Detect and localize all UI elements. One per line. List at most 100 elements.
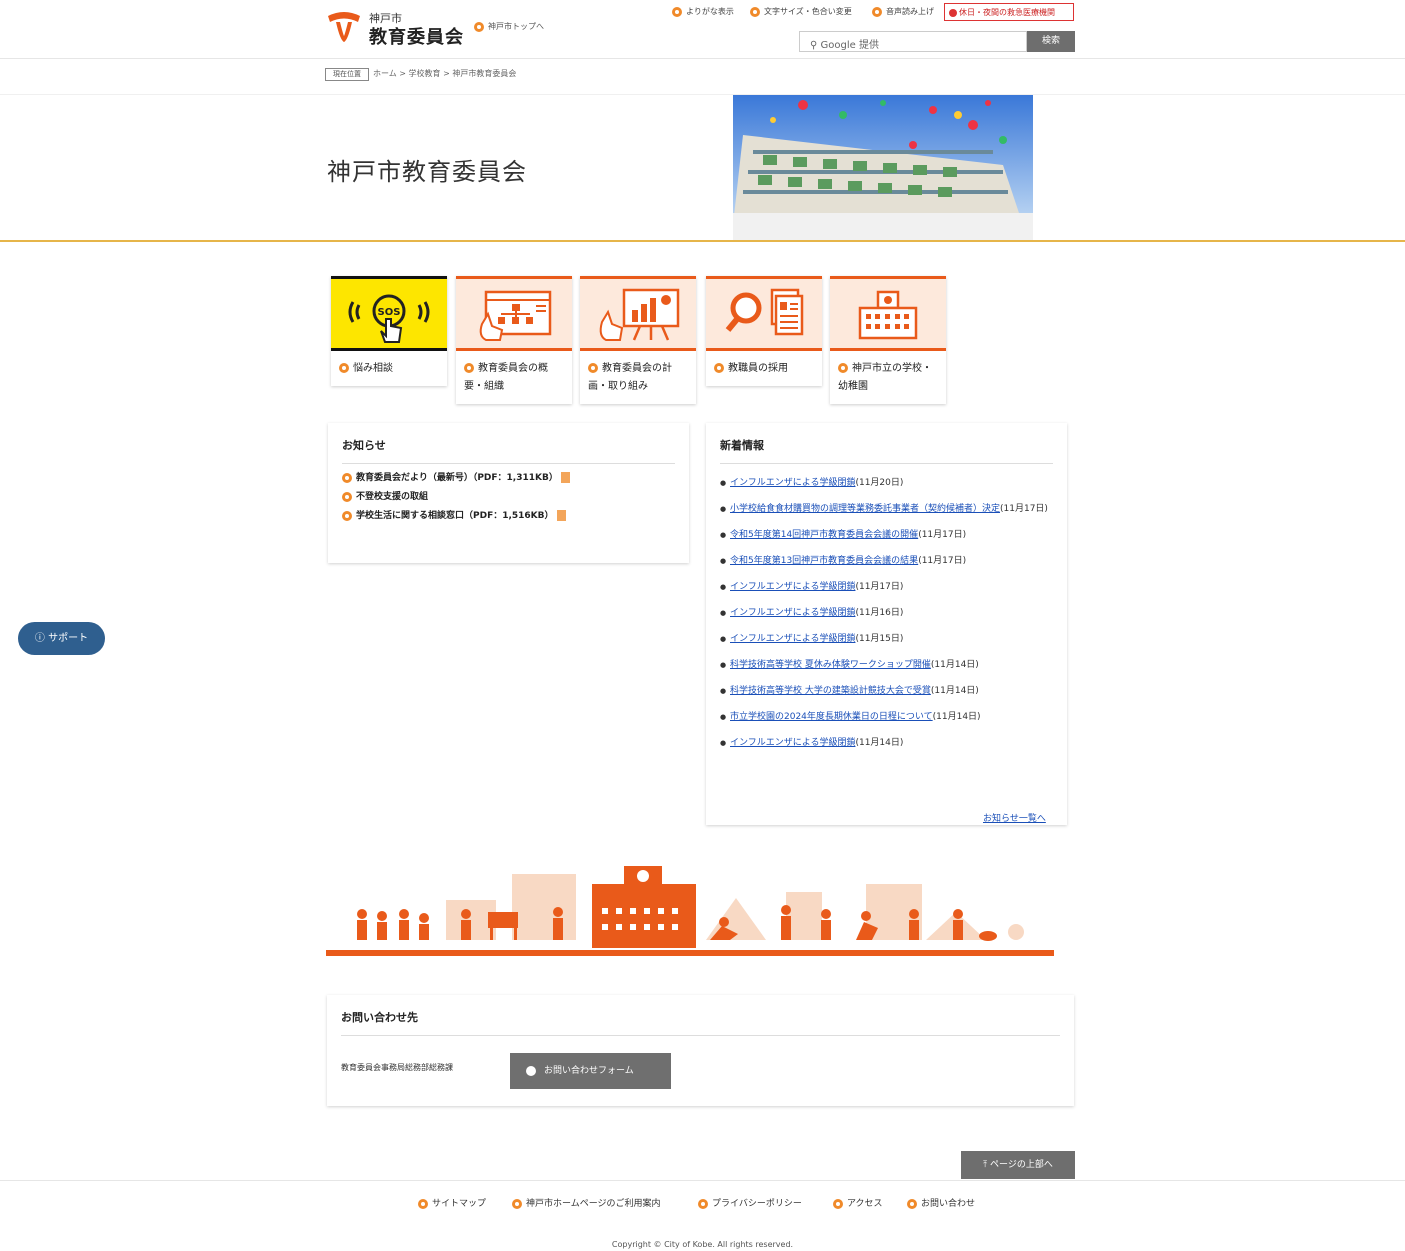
news-item[interactable]: インフルエンザによる学級閉鎖(11月16日) [720, 606, 1053, 620]
news-date: (11月20日) [855, 478, 904, 488]
notice-item[interactable]: 不登校支援の取組 [342, 489, 675, 502]
bullet-icon [418, 1198, 428, 1209]
news-date: (11月17日) [1000, 504, 1048, 514]
kobe-logo-icon[interactable] [326, 10, 362, 44]
news-date: (11月14日) [930, 686, 979, 696]
news-item[interactable]: インフルエンザによる学級閉鎖(11月20日) [720, 476, 1053, 490]
news-link[interactable]: インフルエンザによる学級閉鎖 [730, 608, 855, 618]
contact-title: お問い合わせ先 [341, 1009, 1060, 1036]
hero-school-photo [733, 95, 1033, 240]
news-link[interactable]: 科学技術高等学校 大学の建築設計競技大会で受賞 [730, 686, 931, 696]
news-item[interactable]: 科学技術高等学校 大学の建築設計競技大会で受賞(11月14日) [720, 684, 1053, 698]
bullet-icon [342, 491, 352, 502]
news-item[interactable]: 科学技術高等学校 夏休み体験ワークショップ開催(11月14日) [720, 658, 1053, 672]
news-date: (11月16日) [855, 608, 904, 618]
presentation-icon [599, 288, 680, 341]
bullet-icon [698, 1198, 708, 1209]
news-link[interactable]: インフルエンザによる学級閉鎖 [730, 738, 855, 748]
news-item[interactable]: インフルエンザによる学級閉鎖(11月14日) [720, 736, 1053, 750]
news-item[interactable]: 小学校給食食材購買物の調理等業務委託事業者（契約候補者）決定(11月17日) [720, 502, 1053, 516]
breadcrumb-tag: 現在位置 [325, 68, 369, 81]
news-panel: 新着情報 インフルエンザによる学級閉鎖(11月20日)小学校給食食材購買物の調理… [706, 423, 1067, 825]
footer-link-guide[interactable]: 神戸市ホームページのご利用案内 [512, 1196, 661, 1209]
help-circle-icon: ⓘ [34, 633, 45, 644]
arrow-up-icon: ⤒ [983, 1160, 988, 1170]
pdf-icon [556, 510, 566, 521]
copyright: Copyright © City of Kobe. All rights res… [611, 1240, 794, 1249]
search-button[interactable]: 検索 [1027, 31, 1075, 52]
logo-board-name[interactable]: 教育委員会 [369, 23, 464, 49]
bullet-icon [342, 472, 352, 483]
voice-read-link[interactable]: 音声読み上げ [872, 6, 934, 17]
divider [0, 58, 1405, 59]
arrow-circle-icon [526, 1063, 536, 1099]
footer-link-contact[interactable]: お問い合わせ [907, 1196, 975, 1209]
search-input[interactable]: ⚲ Google 提供 [799, 31, 1027, 52]
news-link[interactable]: 科学技術高等学校 夏休み体験ワークショップ開催 [730, 660, 931, 670]
news-list: インフルエンザによる学級閉鎖(11月20日)小学校給食食材購買物の調理等業務委託… [720, 476, 1053, 750]
emergency-medical-link[interactable]: 休日・夜間の救急医療機関 [944, 3, 1074, 21]
tile-plans[interactable]: 教育委員会の計画・取り組み [580, 276, 696, 404]
news-date: (11月14日) [855, 738, 904, 748]
footer-link-sitemap[interactable]: サイトマップ [418, 1196, 486, 1209]
school-life-illustration [326, 866, 1054, 956]
news-item[interactable]: 令和5年度第13回神戸市教育委員会会議の結果(11月17日) [720, 554, 1053, 568]
tile-label: 教育委員会の計画・取り組み [588, 363, 672, 392]
support-button[interactable]: ⓘ サポート [18, 622, 105, 655]
tile-recruitment[interactable]: 教職員の採用 [706, 276, 822, 386]
bullet-icon [342, 510, 352, 521]
news-link[interactable]: 小学校給食食材購買物の調理等業務委託事業者（契約候補者）決定 [730, 504, 1000, 514]
page-title: 神戸市教育委員会 [327, 158, 527, 186]
news-date: (11月17日) [855, 582, 904, 592]
news-date: (11月14日) [930, 660, 979, 670]
bullet-icon [512, 1198, 522, 1209]
tile-label: 神戸市立の学校・幼稚園 [838, 363, 932, 392]
tile-consultation[interactable]: SOS 悩み相談 [331, 276, 447, 386]
footer-link-privacy[interactable]: プライバシーポリシー [698, 1196, 802, 1209]
tile-overview[interactable]: 教育委員会の概要・組織 [456, 276, 572, 404]
tile-label: 教育委員会の概要・組織 [464, 363, 548, 392]
divider [0, 1180, 1405, 1181]
page-top-button[interactable]: ⤒ ページの上部へ [961, 1151, 1075, 1179]
news-date: (11月14日) [932, 712, 981, 722]
news-link[interactable]: 令和5年度第13回神戸市教育委員会会議の結果 [730, 556, 918, 566]
news-link[interactable]: 市立学校園の2024年度長期休業日の日程について [730, 712, 933, 722]
divider [0, 94, 1405, 95]
breadcrumb[interactable]: ホーム > 学校教育 > 神戸市教育委員会 [373, 68, 516, 79]
news-more-link[interactable]: お知らせ一覧へ [983, 811, 1046, 824]
furigana-link[interactable]: よりがな表示 [672, 6, 734, 17]
footer-link-access[interactable]: アクセス [833, 1196, 883, 1209]
notice-item[interactable]: 学校生活に関する相談窓口（PDF：1,516KB） [342, 508, 675, 521]
news-item[interactable]: インフルエンザによる学級閉鎖(11月17日) [720, 580, 1053, 594]
red-bullet-icon [949, 8, 957, 17]
news-link[interactable]: インフルエンザによる学級閉鎖 [730, 478, 855, 488]
tile-schools[interactable]: 神戸市立の学校・幼稚園 [830, 276, 946, 404]
news-link[interactable]: 令和5年度第14回神戸市教育委員会会議の開催 [730, 530, 918, 540]
bullet-icon [750, 6, 760, 17]
news-item[interactable]: 市立学校園の2024年度長期休業日の日程について(11月14日) [720, 710, 1053, 724]
contact-panel: お問い合わせ先 教育委員会事務局総務部総務課 [327, 995, 1074, 1106]
pdf-icon [560, 472, 570, 483]
bullet-icon [872, 6, 882, 17]
news-title: 新着情報 [720, 437, 1053, 464]
school-building-icon [858, 290, 918, 339]
bullet-icon [672, 6, 682, 17]
news-item[interactable]: 令和5年度第14回神戸市教育委員会会議の開催(11月17日) [720, 528, 1053, 542]
bullet-icon [838, 363, 848, 373]
tile-label: 教職員の採用 [728, 363, 788, 374]
notices-panel: お知らせ 教育委員会だより（最新号）（PDF：1,311KB） 不登校支援の取組… [328, 423, 689, 563]
svg-text:SOS: SOS [378, 307, 401, 318]
notice-item[interactable]: 教育委員会だより（最新号）（PDF：1,311KB） [342, 470, 675, 483]
magnifier-document-icon [725, 288, 804, 335]
news-item[interactable]: インフルエンザによる学級閉鎖(11月15日) [720, 632, 1053, 646]
bullet-icon [474, 21, 484, 32]
bullet-icon [588, 363, 598, 373]
contact-department: 教育委員会事務局総務部総務課 [341, 1063, 453, 1072]
notices-title: お知らせ [342, 437, 675, 464]
text-size-link[interactable]: 文字サイズ・色合い変更 [750, 6, 852, 17]
news-link[interactable]: インフルエンザによる学級閉鎖 [730, 634, 855, 644]
news-date: (11月17日) [918, 530, 967, 540]
kobe-top-link[interactable]: 神戸市トップへ [474, 21, 544, 32]
contact-form-button[interactable]: お問い合わせフォーム [510, 1053, 671, 1099]
news-link[interactable]: インフルエンザによる学級閉鎖 [730, 582, 855, 592]
